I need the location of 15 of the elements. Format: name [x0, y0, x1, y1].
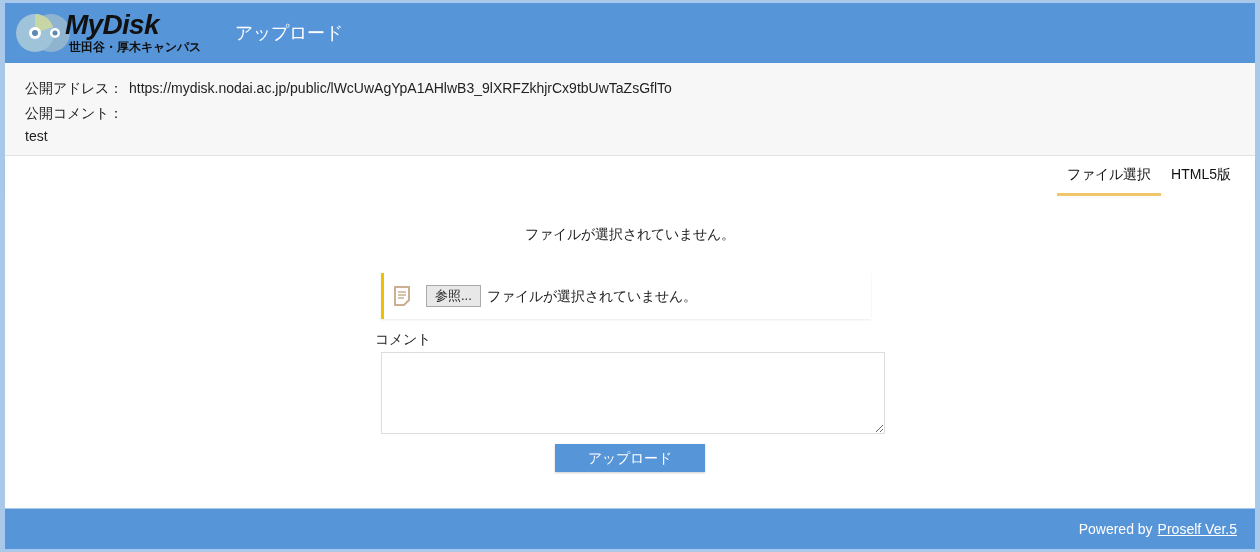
- comment-label: 公開コメント：: [25, 104, 124, 123]
- public-comment: test: [25, 127, 49, 146]
- file-name-text: ファイルが選択されていません。: [486, 286, 697, 306]
- address-label: 公開アドレス：: [25, 79, 123, 98]
- tab[interactable]: HTML5版: [1161, 156, 1241, 196]
- logo-title: MyDisk: [65, 11, 162, 39]
- browse-button[interactable]: 参照...: [426, 285, 481, 307]
- page-title: アップロード: [235, 21, 343, 45]
- comment-field[interactable]: [381, 352, 885, 434]
- public-address: https://mydisk.nodai.ac.jp/public/lWcUwAgYpA1AHlwB3_9lXRFZkhjrCx9tbUwTaZsGflTo: [129, 79, 672, 98]
- logo-subtitle: 世田谷・厚木キャンパス: [69, 40, 201, 55]
- document-icon: [394, 286, 410, 306]
- status-message: ファイルが選択されていません。: [525, 225, 735, 244]
- comment-field-label: コメント: [375, 330, 432, 349]
- footer-text: Powered by: [1078, 519, 1153, 539]
